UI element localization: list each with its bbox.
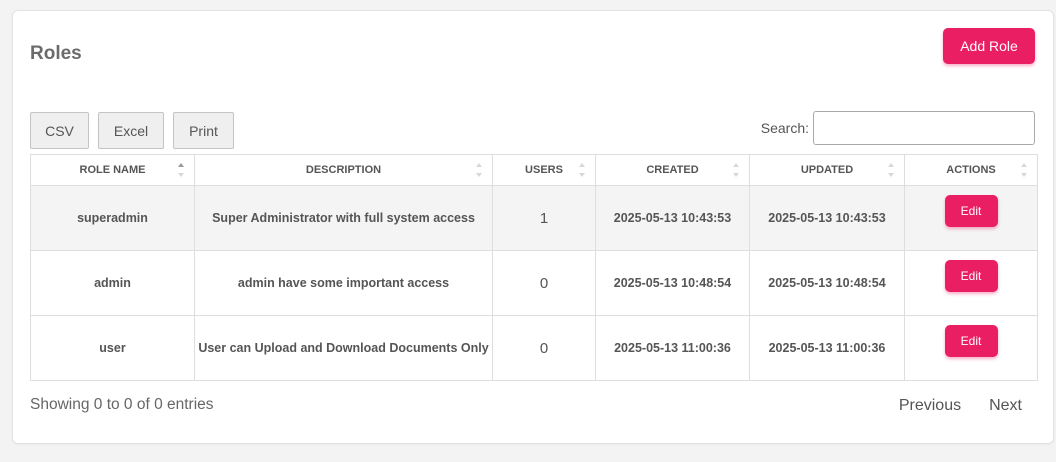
table-row: superadmin Super Administrator with full…: [30, 185, 1038, 251]
column-label: UPDATED: [800, 164, 854, 176]
edit-button[interactable]: Edit: [944, 260, 998, 292]
search-box: Search:: [761, 111, 1035, 145]
updated-cell: 2025-05-13 10:48:54: [749, 250, 905, 316]
table-row: user User can Upload and Download Docume…: [30, 315, 1038, 381]
created-cell: 2025-05-13 11:00:36: [595, 315, 750, 381]
roles-card: Roles Add Role CSV Excel Print Search: R…: [12, 10, 1054, 444]
role-name-cell: admin: [30, 250, 195, 316]
roles-table: ROLE NAME DESCRIPTION USERS CREATED UPDA…: [30, 154, 1038, 381]
actions-cell: Edit: [904, 250, 1038, 316]
column-header-users[interactable]: USERS: [492, 154, 596, 186]
sort-asc-icon: [178, 163, 184, 177]
users-cell: 1: [492, 185, 596, 251]
page-title: Roles: [30, 43, 82, 64]
column-header-actions[interactable]: ACTIONS: [904, 154, 1038, 186]
description-cell: admin have some important access: [194, 250, 493, 316]
table-row: admin admin have some important access 0…: [30, 250, 1038, 316]
users-cell: 0: [492, 250, 596, 316]
column-label: USERS: [525, 164, 563, 176]
description-cell: Super Administrator with full system acc…: [194, 185, 493, 251]
sort-icon: [733, 163, 739, 177]
edit-button[interactable]: Edit: [944, 195, 998, 227]
column-header-role-name[interactable]: ROLE NAME: [30, 154, 195, 186]
actions-cell: Edit: [904, 185, 1038, 251]
actions-cell: Edit: [904, 315, 1038, 381]
description-cell: User can Upload and Download Documents O…: [194, 315, 493, 381]
column-label: DESCRIPTION: [305, 164, 382, 176]
pagination: Previous Next: [885, 394, 1036, 418]
role-name-cell: superadmin: [30, 185, 195, 251]
created-cell: 2025-05-13 10:48:54: [595, 250, 750, 316]
sort-icon: [476, 163, 482, 177]
csv-button[interactable]: CSV: [30, 112, 89, 149]
updated-cell: 2025-05-13 11:00:36: [749, 315, 905, 381]
excel-button[interactable]: Excel: [98, 112, 164, 149]
updated-cell: 2025-05-13 10:43:53: [749, 185, 905, 251]
column-label: ROLE NAME: [79, 164, 146, 176]
column-header-created[interactable]: CREATED: [595, 154, 750, 186]
add-role-button[interactable]: Add Role: [943, 28, 1035, 64]
export-toolbar: CSV Excel Print: [30, 112, 234, 149]
previous-page-button[interactable]: Previous: [885, 394, 975, 418]
column-label: ACTIONS: [946, 164, 996, 176]
table-header-row: ROLE NAME DESCRIPTION USERS CREATED UPDA…: [30, 154, 1038, 186]
next-page-button[interactable]: Next: [975, 394, 1036, 418]
created-cell: 2025-05-13 10:43:53: [595, 185, 750, 251]
column-header-description[interactable]: DESCRIPTION: [194, 154, 493, 186]
column-label: CREATED: [646, 164, 699, 176]
sort-icon: [579, 163, 585, 177]
column-header-updated[interactable]: UPDATED: [749, 154, 905, 186]
search-input[interactable]: [813, 111, 1035, 145]
sort-icon: [1021, 163, 1027, 177]
edit-button[interactable]: Edit: [944, 325, 998, 357]
sort-icon: [888, 163, 894, 177]
print-button[interactable]: Print: [173, 112, 234, 149]
table-info: Showing 0 to 0 of 0 entries: [30, 396, 214, 413]
search-label: Search:: [760, 120, 809, 136]
role-name-cell: user: [30, 315, 195, 381]
users-cell: 0: [492, 315, 596, 381]
